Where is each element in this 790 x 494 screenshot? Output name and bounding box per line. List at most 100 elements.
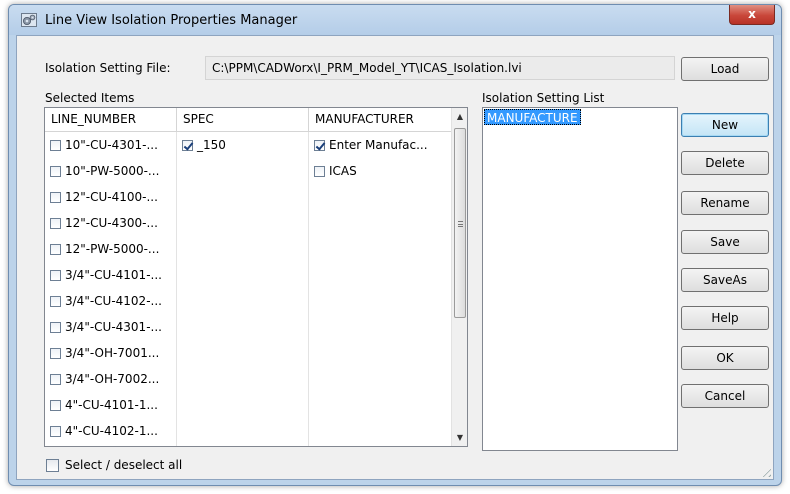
checkbox-icon[interactable]	[50, 191, 61, 203]
manufacturer-cell[interactable]	[309, 444, 453, 446]
checkbox-icon[interactable]	[50, 295, 61, 307]
line-number-cell[interactable]: 12"-CU-4300-...	[45, 210, 177, 236]
checkbox-icon[interactable]	[50, 165, 61, 177]
checkbox-icon[interactable]	[50, 373, 61, 385]
column-header-spec[interactable]: SPEC	[177, 108, 309, 132]
line-number-cell-text: 3/4"-CU-4102-...	[65, 294, 162, 308]
table-row[interactable]: 4"-CU-4102-1...	[45, 418, 453, 444]
table-row[interactable]: 3/4"-CU-4301-...	[45, 314, 453, 340]
spec-cell[interactable]: _150	[177, 132, 309, 158]
saveas-button[interactable]: SaveAs	[681, 268, 769, 292]
manufacturer-cell[interactable]	[309, 366, 453, 392]
spec-cell[interactable]	[177, 236, 309, 262]
rename-button[interactable]: Rename	[681, 191, 769, 215]
table-row[interactable]: 12"-PW-5000-...	[45, 236, 453, 262]
spec-cell[interactable]	[177, 210, 309, 236]
line-number-cell[interactable]: 12"-PW-5000-...	[45, 236, 177, 262]
delete-button[interactable]: Delete	[681, 151, 769, 175]
cancel-button[interactable]: Cancel	[681, 384, 769, 408]
checkbox-icon[interactable]	[50, 425, 61, 437]
checkbox-icon[interactable]	[314, 139, 325, 151]
spec-cell[interactable]	[177, 392, 309, 418]
line-number-cell-text: 3/4"-OH-7002...	[65, 372, 160, 386]
table-row[interactable]: 12"-CU-4100-...	[45, 184, 453, 210]
column-header-line-number[interactable]: LINE_NUMBER	[45, 108, 177, 132]
line-number-cell[interactable]: 12"-CU-4100-...	[45, 184, 177, 210]
scrollbar-thumb[interactable]	[454, 128, 466, 318]
line-number-cell[interactable]: 4"-CU-4102-1...	[45, 418, 177, 444]
grid-body: 10"-CU-4301-... _150 Enter Manufac... 10"-P…	[45, 132, 453, 446]
isolation-setting-listbox[interactable]: MANUFACTURE	[482, 107, 678, 451]
table-row[interactable]: 10"-PW-5000-... ICAS	[45, 158, 453, 184]
line-number-cell-text: 3/4"-CU-4301-...	[65, 320, 162, 334]
save-button[interactable]: Save	[681, 230, 769, 254]
grip-lines-icon	[458, 221, 463, 227]
list-item-manufacture[interactable]: MANUFACTURE	[484, 109, 581, 125]
checkbox-icon[interactable]	[50, 321, 61, 333]
checkbox-icon[interactable]	[182, 139, 193, 151]
help-button[interactable]: Help	[681, 306, 769, 330]
table-row[interactable]: 3/4"-CU-4101-...	[45, 262, 453, 288]
table-row[interactable]: 12"-CU-4300-...	[45, 210, 453, 236]
manufacturer-cell[interactable]	[309, 288, 453, 314]
table-row[interactable]: 4"-CU-4101-1...	[45, 392, 453, 418]
manufacturer-cell[interactable]	[309, 236, 453, 262]
spec-cell[interactable]	[177, 418, 309, 444]
grid-header: LINE_NUMBER SPEC MANUFACTURER	[45, 108, 453, 132]
table-row[interactable]: 4"-CU-4301-1...	[45, 444, 453, 446]
checkbox-icon[interactable]	[314, 165, 325, 177]
manufacturer-cell[interactable]	[309, 418, 453, 444]
manufacturer-cell[interactable]: ICAS	[309, 158, 453, 184]
checkbox-icon[interactable]	[50, 243, 61, 255]
line-number-cell[interactable]: 4"-CU-4301-1...	[45, 444, 177, 446]
checkbox-icon[interactable]	[50, 347, 61, 359]
manufacturer-cell[interactable]: Enter Manufac...	[309, 132, 453, 158]
spec-cell[interactable]	[177, 158, 309, 184]
selected-items-grid[interactable]: LINE_NUMBER SPEC MANUFACTURER 10"-CU-430…	[44, 107, 468, 447]
column-header-manufacturer[interactable]: MANUFACTURER	[309, 108, 453, 132]
line-number-cell[interactable]: 10"-CU-4301-...	[45, 132, 177, 158]
scroll-down-icon[interactable]: ▼	[452, 429, 467, 446]
table-row[interactable]: 10"-CU-4301-... _150 Enter Manufac...	[45, 132, 453, 158]
window-title: Line View Isolation Properties Manager	[45, 13, 298, 28]
spec-cell[interactable]	[177, 184, 309, 210]
spec-cell[interactable]	[177, 366, 309, 392]
line-number-cell[interactable]: 3/4"-CU-4102-...	[45, 288, 177, 314]
checkbox-icon[interactable]	[50, 399, 61, 411]
manufacturer-cell[interactable]	[309, 262, 453, 288]
checkbox-icon[interactable]	[50, 139, 61, 151]
new-button[interactable]: New	[681, 113, 769, 137]
line-number-cell[interactable]: 3/4"-OH-7002...	[45, 366, 177, 392]
scroll-up-icon[interactable]: ▲	[452, 108, 467, 125]
spec-cell[interactable]	[177, 444, 309, 446]
line-number-cell[interactable]: 3/4"-OH-7001...	[45, 340, 177, 366]
spec-cell[interactable]	[177, 314, 309, 340]
table-row[interactable]: 3/4"-CU-4102-...	[45, 288, 453, 314]
manufacturer-cell[interactable]	[309, 340, 453, 366]
resize-grip-icon[interactable]	[759, 465, 771, 477]
ok-button[interactable]: OK	[681, 346, 769, 370]
checkbox-icon[interactable]	[50, 269, 61, 281]
spec-cell[interactable]	[177, 340, 309, 366]
line-number-cell[interactable]: 4"-CU-4101-1...	[45, 392, 177, 418]
load-button[interactable]: Load	[681, 57, 769, 81]
spec-cell[interactable]	[177, 288, 309, 314]
manufacturer-cell[interactable]	[309, 392, 453, 418]
checkbox-icon[interactable]	[50, 217, 61, 229]
title-bar[interactable]: Line View Isolation Properties Manager x	[9, 5, 781, 35]
select-all-label: Select / deselect all	[65, 458, 183, 472]
grid-vertical-scrollbar[interactable]: ▲ ▼	[451, 108, 467, 446]
spec-cell[interactable]	[177, 262, 309, 288]
table-row[interactable]: 3/4"-OH-7001...	[45, 340, 453, 366]
manufacturer-cell-text: Enter Manufac...	[329, 138, 428, 152]
manufacturer-cell[interactable]	[309, 314, 453, 340]
manufacturer-cell[interactable]	[309, 210, 453, 236]
line-number-cell[interactable]: 3/4"-CU-4301-...	[45, 314, 177, 340]
line-number-cell[interactable]: 3/4"-CU-4101-...	[45, 262, 177, 288]
line-number-cell-text: 4"-CU-4301-1...	[65, 444, 158, 446]
line-number-cell[interactable]: 10"-PW-5000-...	[45, 158, 177, 184]
table-row[interactable]: 3/4"-OH-7002...	[45, 366, 453, 392]
select-all-checkbox[interactable]: Select / deselect all	[46, 458, 182, 472]
close-button[interactable]: x	[729, 5, 775, 25]
manufacturer-cell[interactable]	[309, 184, 453, 210]
